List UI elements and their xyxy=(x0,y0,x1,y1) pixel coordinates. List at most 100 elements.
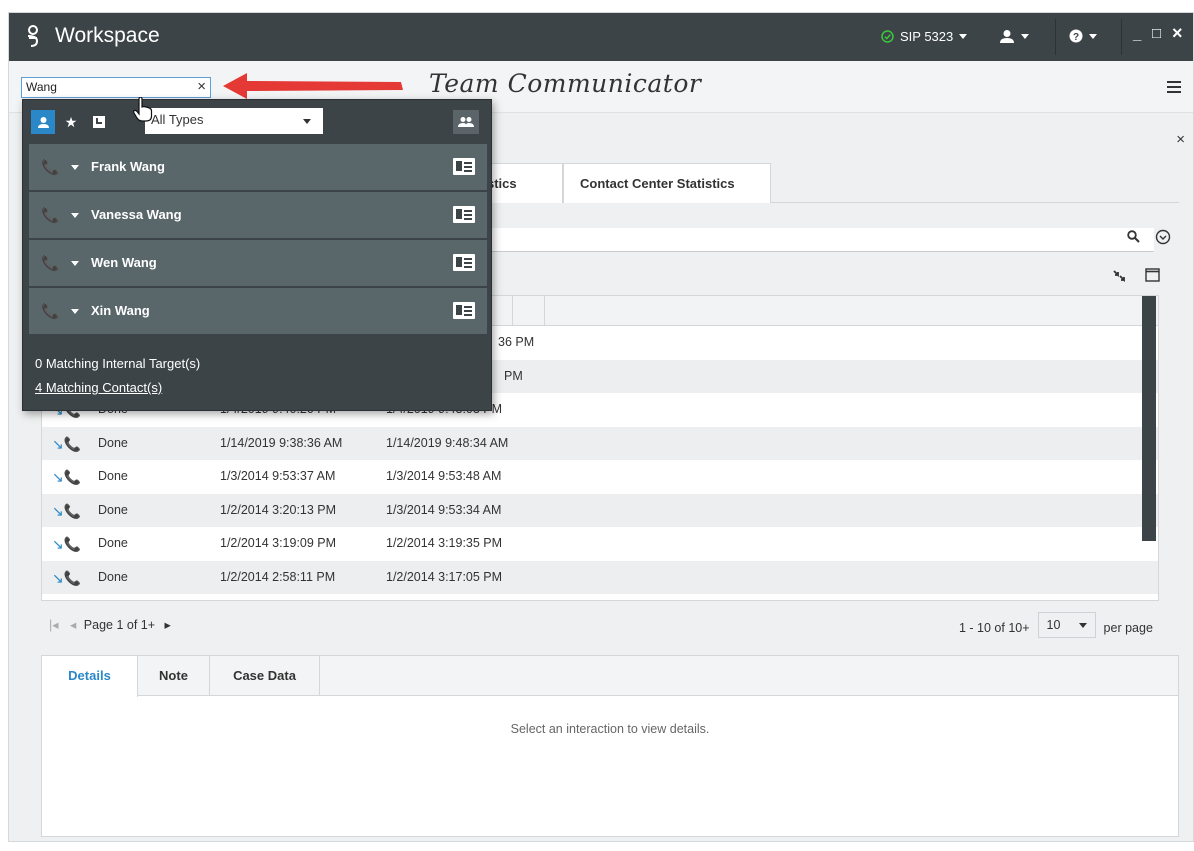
type-filter-select[interactable]: All Types xyxy=(145,108,323,134)
page-size-control: 1 - 10 of 10+ 10 per page xyxy=(959,612,1153,638)
contact-card-icon[interactable] xyxy=(453,302,475,319)
phone-icon[interactable]: 📞 xyxy=(41,254,60,272)
close-panel-button[interactable]: × xyxy=(1176,131,1185,148)
status-menu[interactable]: SIP 5323 xyxy=(881,29,968,44)
chevron-down-icon[interactable] xyxy=(71,165,79,170)
clear-search-button[interactable]: × xyxy=(197,78,206,95)
phone-icon[interactable]: 📞 xyxy=(41,302,60,320)
chevron-down-icon xyxy=(303,119,311,124)
list-item[interactable]: 📞 Xin Wang xyxy=(29,288,487,336)
search-icon[interactable] xyxy=(1127,230,1140,246)
tab-details[interactable]: Details xyxy=(42,656,138,697)
detail-tabs: Details Note Case Data xyxy=(42,656,1178,697)
divider xyxy=(1121,19,1122,55)
history-filter-input[interactable] xyxy=(479,228,1154,252)
agent-icon xyxy=(1000,30,1014,43)
team-communicator-dropdown: ★ All Types 📞 Frank Wang 📞 Vanessa Wang … xyxy=(22,99,492,411)
internal-matches-label: 0 Matching Internal Target(s) xyxy=(35,356,201,371)
list-item[interactable]: 📞 Wen Wang xyxy=(29,240,487,288)
table-row[interactable]: ↘📞 Done 1/2/2014 3:19:09 PM 1/2/2014 3:1… xyxy=(42,527,1158,561)
status-cell: Done xyxy=(98,569,128,584)
recent-filter-button[interactable] xyxy=(87,110,111,134)
genesys-logo-icon xyxy=(27,25,39,47)
favorites-filter-button[interactable]: ★ xyxy=(59,110,83,134)
table-row[interactable]: ↘📞 Done 1/2/2014 2:58:11 PM 1/2/2014 3:1… xyxy=(42,560,1158,594)
first-page-icon[interactable]: |◂ xyxy=(49,618,59,632)
hamburger-menu-icon[interactable] xyxy=(1167,81,1181,93)
star-icon: ★ xyxy=(64,113,78,130)
minimize-button[interactable]: _ xyxy=(1133,26,1141,43)
collapse-icon[interactable] xyxy=(1113,269,1127,286)
end-date-cell: 36 PM xyxy=(498,335,535,349)
title-bar: Workspace SIP 5323 ? _ □ × xyxy=(9,13,1193,61)
inbound-call-icon: ↘📞 xyxy=(52,536,82,552)
contact-card-icon[interactable] xyxy=(453,254,475,271)
inbound-call-icon: ↘📞 xyxy=(52,502,82,519)
status-ready-icon xyxy=(881,30,894,43)
agent-menu[interactable] xyxy=(999,29,1029,44)
status-cell: Done xyxy=(98,469,128,483)
list-item[interactable]: 📞 Frank Wang xyxy=(29,144,487,192)
pagination: |◂ ◂ Page 1 of 1+ ▸ xyxy=(49,617,171,632)
table-row[interactable]: ↘📞 Done 1/2/2014 3:20:13 PM 1/3/2014 9:5… xyxy=(42,493,1158,527)
svg-text:?: ? xyxy=(1073,32,1079,43)
inbound-call-icon: ↘📞 xyxy=(52,569,82,586)
window-icon[interactable] xyxy=(1145,268,1160,285)
status-label: SIP 5323 xyxy=(900,29,954,44)
detail-panel: Details Note Case Data Select an interac… xyxy=(41,655,1179,837)
annotation-label: Team Communicator xyxy=(429,69,702,98)
contact-name: Vanessa Wang xyxy=(91,207,182,222)
start-date-cell: 1/2/2014 3:20:13 PM xyxy=(220,502,337,517)
grid-scrollbar[interactable] xyxy=(1142,296,1156,541)
divider xyxy=(1055,19,1056,55)
person-icon xyxy=(37,116,49,128)
table-row[interactable]: ↘📞 Done 1/3/2014 9:53:37 AM 1/3/2014 9:5… xyxy=(42,460,1158,494)
workspace-window: Workspace SIP 5323 ? _ □ × Wang × Team C… xyxy=(8,12,1194,842)
empty-details-message: Select an interaction to view details. xyxy=(510,722,710,736)
start-date-cell: 1/3/2014 9:53:37 AM xyxy=(220,469,336,483)
chevron-down-icon[interactable] xyxy=(71,261,79,266)
contact-name: Frank Wang xyxy=(91,159,165,174)
match-summary: 0 Matching Internal Target(s) 4 Matching… xyxy=(35,352,200,400)
contact-name: Xin Wang xyxy=(91,303,150,318)
filter-bar: ★ All Types xyxy=(23,100,491,144)
contact-card-icon[interactable] xyxy=(453,158,475,175)
phone-icon[interactable]: 📞 xyxy=(41,158,60,176)
table-row[interactable]: ↘📞 Done 1/14/2019 9:38:36 AM 1/14/2019 9… xyxy=(42,426,1158,460)
end-date-cell: PM xyxy=(504,368,523,383)
status-cell: Done xyxy=(98,536,128,550)
contact-name: Wen Wang xyxy=(91,255,157,270)
end-date-cell: 1/2/2014 3:19:35 PM xyxy=(386,536,503,550)
inbound-call-icon: ↘📞 xyxy=(52,469,82,485)
type-filter-value: All Types xyxy=(151,112,204,127)
status-cell: Done xyxy=(98,502,128,517)
contact-card-icon[interactable] xyxy=(453,206,475,223)
annotation-arrow-icon xyxy=(223,73,403,99)
prev-page-icon[interactable]: ◂ xyxy=(70,618,76,632)
chevron-down-icon[interactable] xyxy=(71,213,79,218)
end-date-cell: 1/2/2014 3:17:05 PM xyxy=(386,569,503,584)
start-date-cell: 1/14/2019 9:38:36 AM xyxy=(220,435,343,450)
end-date-cell: 1/3/2014 9:53:48 AM xyxy=(386,469,502,483)
next-page-icon[interactable]: ▸ xyxy=(165,618,171,632)
team-communicator-search-input[interactable]: Wang × xyxy=(21,77,211,98)
list-item[interactable]: 📞 Vanessa Wang xyxy=(29,192,487,240)
all-filter-button[interactable] xyxy=(31,110,55,134)
tab-note[interactable]: Note xyxy=(138,656,210,696)
page-indicator: Page 1 of 1+ xyxy=(83,618,156,632)
maximize-button[interactable]: □ xyxy=(1152,25,1161,42)
help-menu[interactable]: ? xyxy=(1069,29,1097,43)
filter-dropdown-icon[interactable] xyxy=(1155,229,1171,248)
page-size-select[interactable]: 10 xyxy=(1037,612,1096,638)
search-value: Wang xyxy=(26,80,57,94)
app-title: Workspace xyxy=(55,24,160,47)
chevron-down-icon[interactable] xyxy=(71,309,79,314)
team-icon[interactable] xyxy=(453,110,479,134)
contact-matches-link[interactable]: 4 Matching Contact(s) xyxy=(35,376,200,400)
tab-case-data[interactable]: Case Data xyxy=(210,656,320,696)
tab-contact-center-statistics[interactable]: Contact Center Statistics xyxy=(563,163,771,203)
status-cell: Done xyxy=(98,435,128,450)
page-size-value: 10 xyxy=(1046,618,1061,632)
close-button[interactable]: × xyxy=(1172,23,1183,44)
phone-icon[interactable]: 📞 xyxy=(41,206,60,224)
